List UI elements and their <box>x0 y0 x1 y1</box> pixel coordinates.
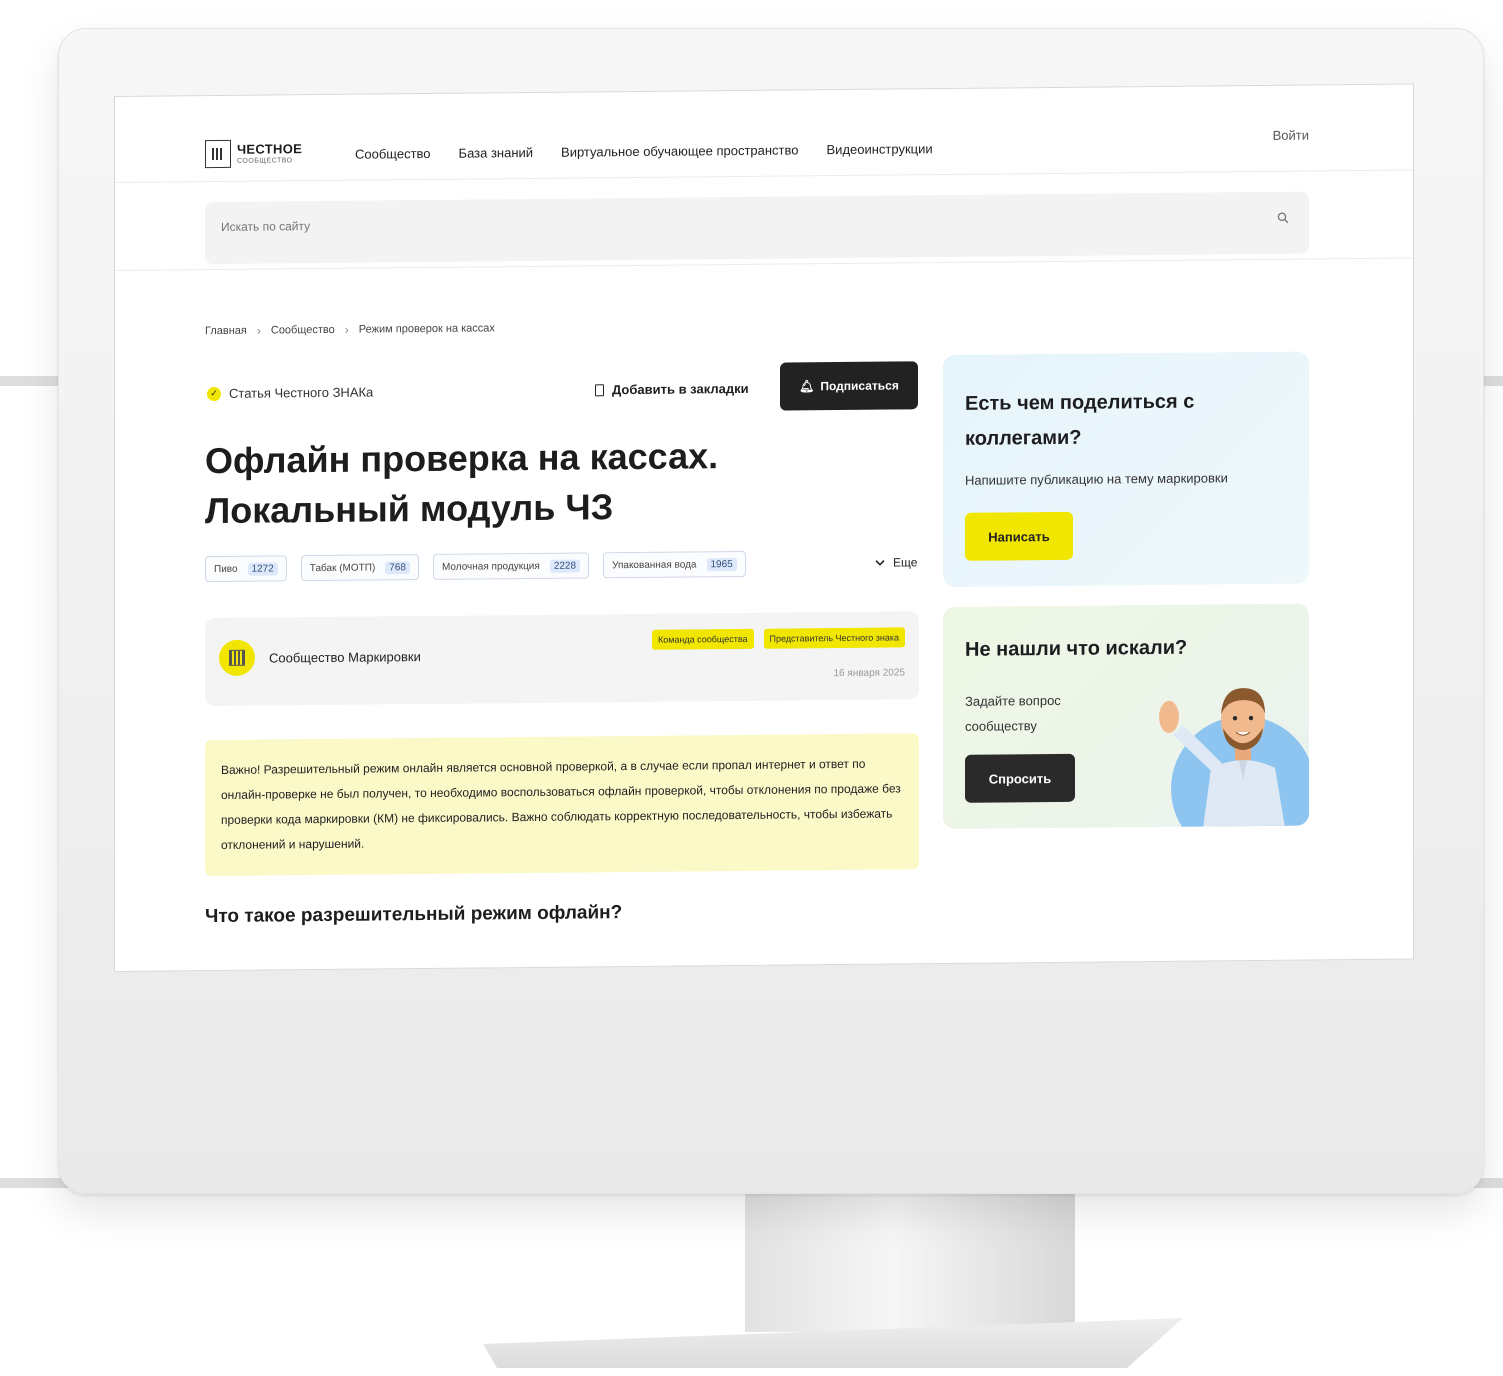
ask-card-text: Задайте вопрос сообществу <box>965 692 1061 734</box>
chevron-down-icon <box>875 559 885 566</box>
logo-title: ЧЕСТНОЕ <box>237 141 303 157</box>
tag-item[interactable]: Молочная продукция 2228 <box>432 552 590 580</box>
bookmark-button[interactable]: Добавить в закладки <box>595 381 749 397</box>
important-notice: Важно! Разрешительный режим онлайн являе… <box>205 733 919 877</box>
site-header: ЧЕСТНОЕ СООБЩЕСТВО Сообщество База знани… <box>115 84 1413 183</box>
ask-card: Не нашли что искали? Задайте вопрос сооб… <box>943 603 1309 830</box>
breadcrumb-home[interactable]: Главная <box>205 325 247 337</box>
author-card: Сообщество Маркировки Команда сообщества… <box>205 611 919 707</box>
author-name[interactable]: Сообщество Маркировки <box>269 649 421 665</box>
tag-item[interactable]: Табак (МОТП) 768 <box>300 554 419 582</box>
share-card: Есть чем поделиться с коллегами? Напишит… <box>943 351 1309 588</box>
monitor-screen: ЧЕСТНОЕ СООБЩЕСТВО Сообщество База знани… <box>114 83 1414 973</box>
article-badge-label: Статья Честного ЗНАКа <box>229 384 374 401</box>
tag-item[interactable]: Упакованная вода 1965 <box>603 550 746 579</box>
share-card-title: Есть чем поделиться с коллегами? <box>965 390 1195 450</box>
publish-date: 16 января 2025 <box>833 667 906 680</box>
tag-label: Молочная продукция <box>441 560 540 573</box>
section-heading: Что такое разрешительный режим офлайн? <box>205 902 623 928</box>
main-nav: Сообщество База знаний Виртуальное обуча… <box>355 141 933 162</box>
role-badge: Представитель Честного знака <box>763 627 905 649</box>
bookmark-icon <box>595 383 604 396</box>
tag-count: 2228 <box>549 559 581 573</box>
share-card-text: Напишите публикацию на тему маркировки <box>965 470 1228 488</box>
nav-item-knowledge-base[interactable]: База знаний <box>459 145 534 161</box>
role-badge: Команда сообщества <box>651 628 754 650</box>
page-title: Офлайн проверка на кассах. Локальный мод… <box>205 435 719 532</box>
breadcrumb-community[interactable]: Сообщество <box>271 324 335 337</box>
tag-count: 768 <box>385 560 410 574</box>
breadcrumb-current: Режим проверок на кассах <box>358 322 495 336</box>
tag-list: Пиво 1272 Табак (МОТП) 768 Молочная прод… <box>205 550 746 583</box>
bell-icon: 🔔︎ <box>799 379 815 394</box>
nav-item-virtual-learning[interactable]: Виртуальное обучающее пространство <box>561 142 798 159</box>
tag-count: 1272 <box>247 561 278 576</box>
nav-item-community[interactable]: Сообщество <box>355 146 431 162</box>
bookmark-label: Добавить в закладки <box>612 380 749 398</box>
tag-label: Табак (МОТП) <box>309 561 376 574</box>
site-logo[interactable]: ЧЕСТНОЕ СООБЩЕСТВО <box>205 139 303 169</box>
tag-item[interactable]: Пиво 1272 <box>205 555 287 583</box>
article-badge: ✓ Статья Честного ЗНАКа <box>207 385 373 402</box>
tag-label: Пиво <box>214 563 238 575</box>
search-input[interactable] <box>221 211 1121 234</box>
ask-button[interactable]: Спросить <box>965 753 1075 803</box>
check-icon: ✓ <box>207 386 221 401</box>
qr-icon <box>229 649 245 666</box>
breadcrumb: Главная › Сообщество › Режим проверок на… <box>205 321 495 338</box>
subscribe-button[interactable]: 🔔︎ Подписаться <box>780 361 918 411</box>
breadcrumb-chevron-icon: › <box>344 322 349 337</box>
tag-label: Упакованная вода <box>612 558 697 571</box>
subscribe-label: Подписаться <box>820 378 899 394</box>
more-tags-label: Еще <box>893 555 918 570</box>
search-box <box>205 191 1309 265</box>
monitor-stand <box>745 1172 1075 1332</box>
author-roles: Команда сообщества Представитель Честног… <box>651 627 905 650</box>
avatar[interactable] <box>219 639 255 676</box>
waving-man-illustration <box>1159 688 1309 830</box>
tag-count: 1965 <box>706 557 737 571</box>
login-link[interactable]: Войти <box>1273 128 1309 143</box>
more-tags-button[interactable]: Еще <box>875 555 918 570</box>
nav-item-video-instructions[interactable]: Видеоинструкции <box>827 141 933 157</box>
write-button[interactable]: Написать <box>965 511 1073 561</box>
breadcrumb-chevron-icon: › <box>256 323 261 338</box>
logo-qr-icon <box>205 139 231 169</box>
ask-card-title: Не нашли что искали? <box>965 636 1188 661</box>
search-icon[interactable] <box>1277 212 1289 224</box>
logo-subtitle: СООБЩЕСТВО <box>237 157 293 165</box>
